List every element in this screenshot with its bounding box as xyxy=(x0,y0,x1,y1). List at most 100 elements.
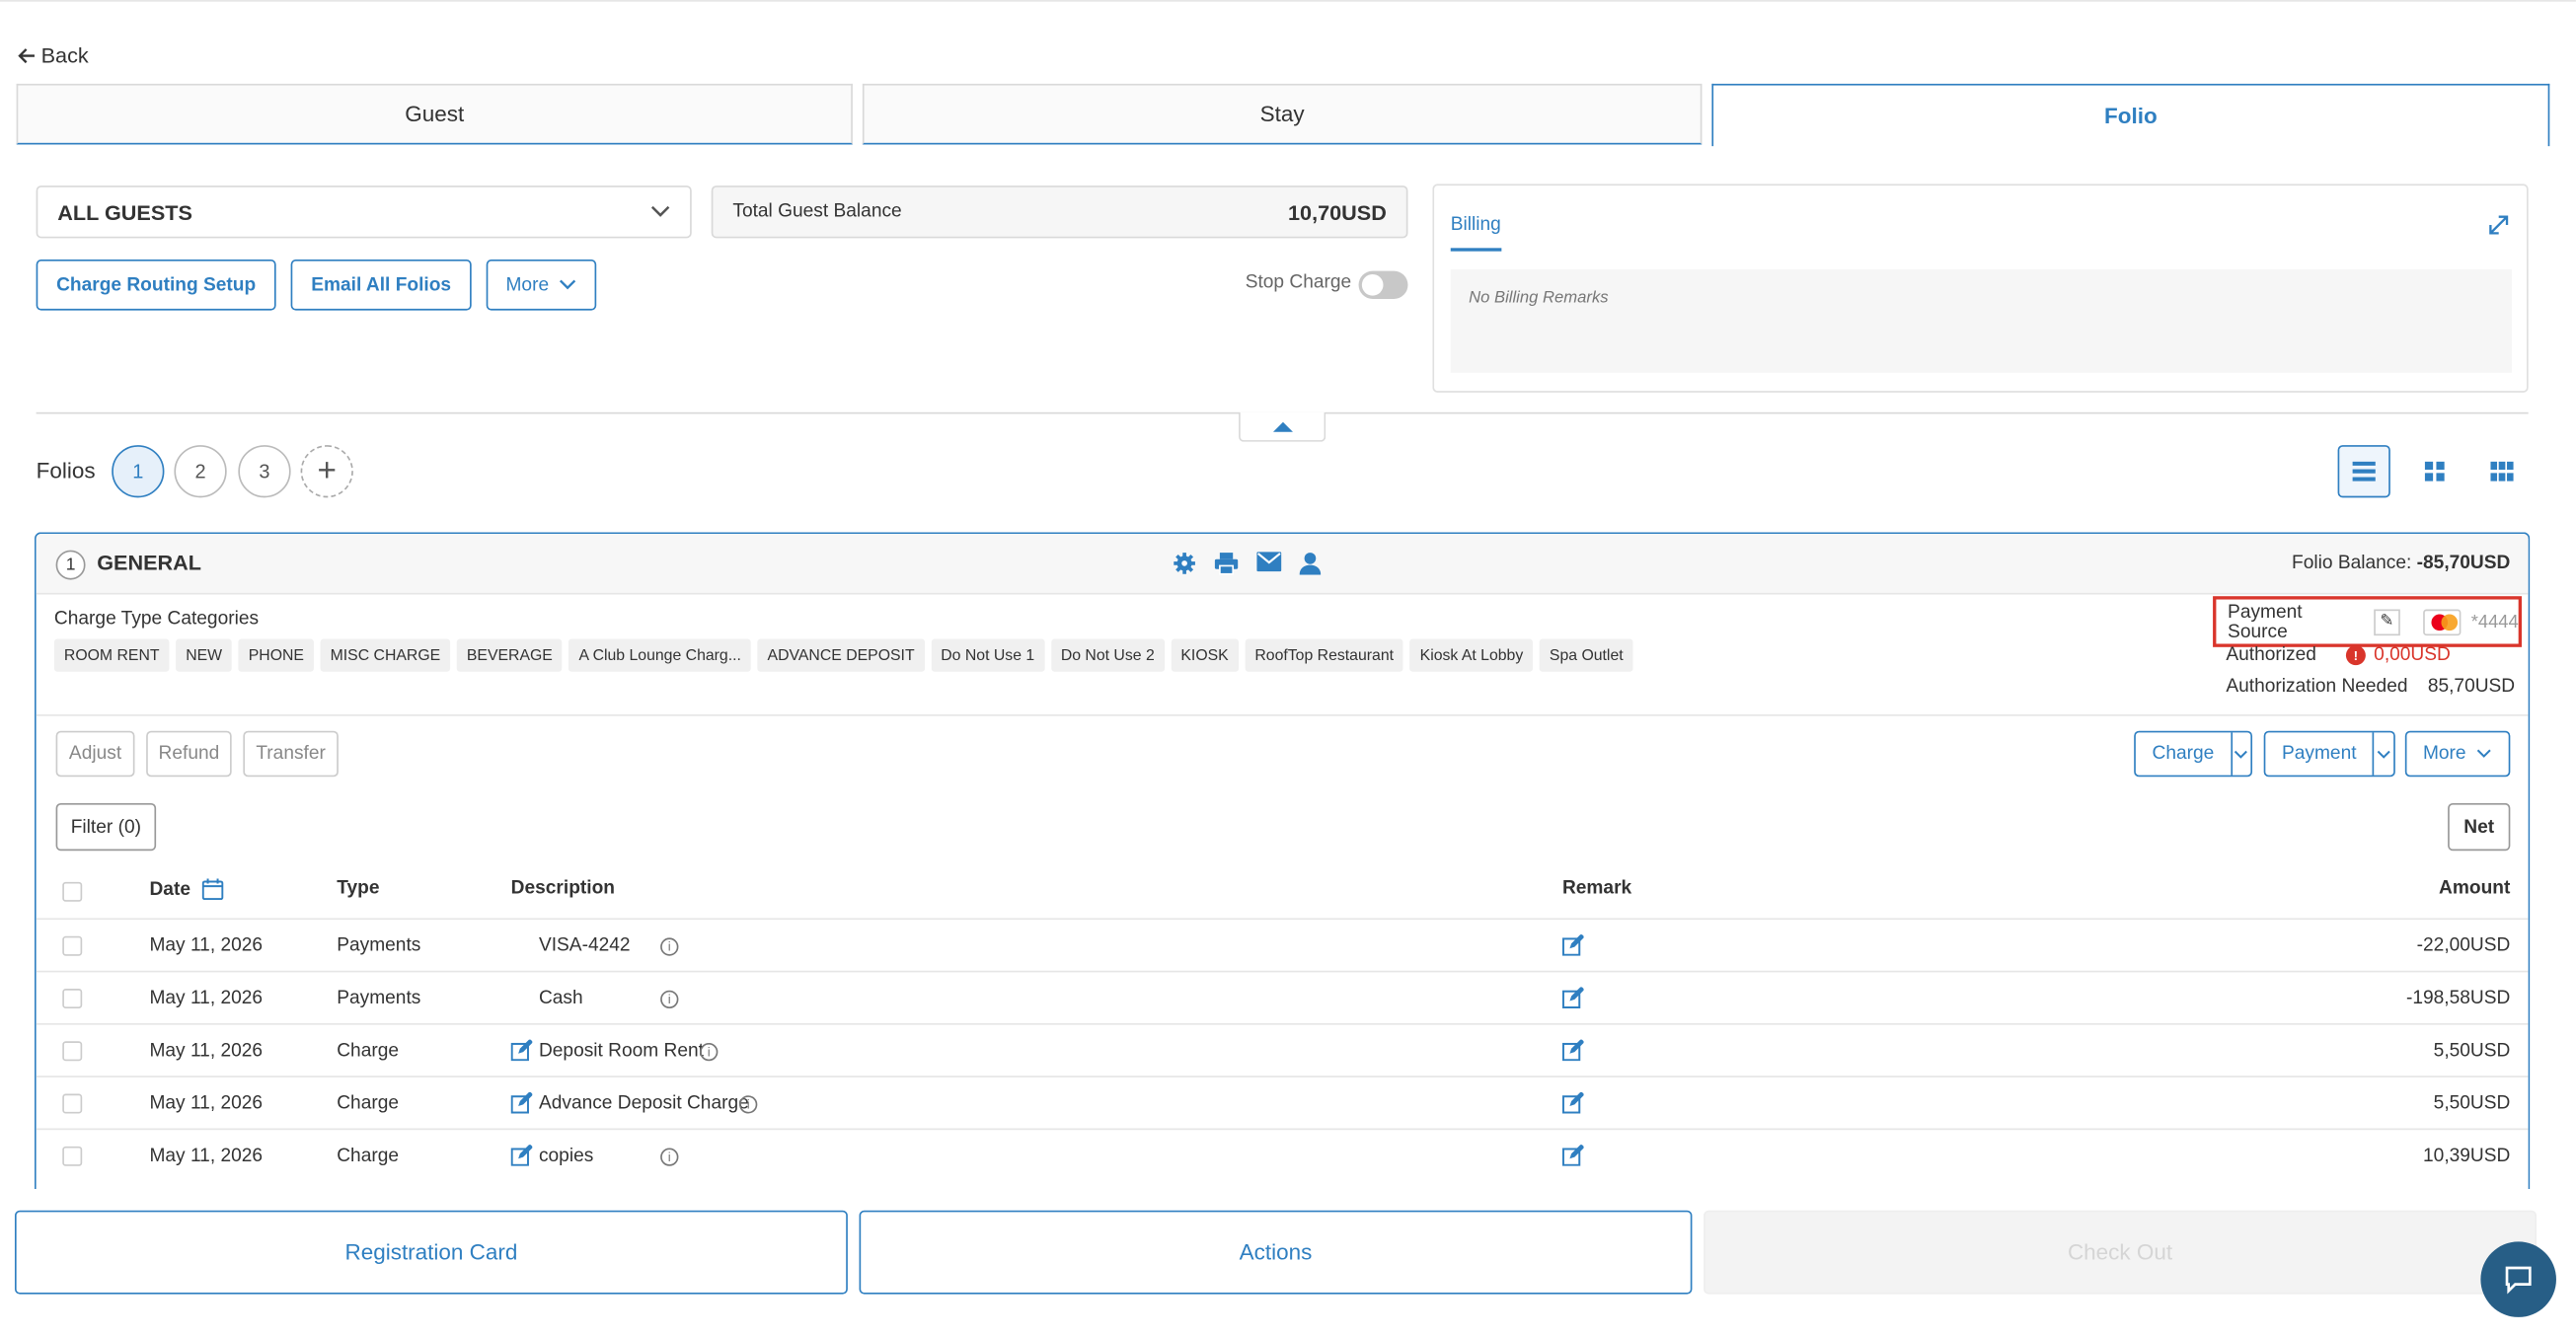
table-row[interactable]: May 11, 2026 Charge Deposit Room Rent i … xyxy=(36,1022,2529,1076)
edit-remark-icon[interactable] xyxy=(1561,986,1585,1013)
folio-card: 1 GENERAL Folio Balance: -85,70USD Charg… xyxy=(34,532,2531,1190)
info-icon[interactable]: i xyxy=(739,1095,758,1114)
header-date-label: Date xyxy=(149,879,190,900)
category-chip: RoofTop Restaurant xyxy=(1245,638,1404,672)
mail-icon[interactable] xyxy=(1256,552,1282,572)
expand-icon[interactable] xyxy=(2487,213,2510,243)
edit-charge-icon[interactable] xyxy=(510,1091,534,1119)
list-view-button[interactable] xyxy=(2337,445,2390,498)
more-folio-button[interactable]: More xyxy=(2404,730,2511,778)
tab-stay[interactable]: Stay xyxy=(862,83,1703,145)
row-amount: 5,50USD xyxy=(2433,1093,2511,1114)
compact-grid-view-button[interactable] xyxy=(2475,445,2528,497)
row-amount: 10,39USD xyxy=(2423,1146,2511,1166)
header-type: Type xyxy=(337,878,380,899)
row-checkbox[interactable] xyxy=(62,1093,83,1114)
tab-folio[interactable]: Folio xyxy=(1711,83,2550,147)
pencil-icon[interactable]: ✎ xyxy=(2374,608,2400,635)
add-folio-button[interactable]: + xyxy=(300,445,353,498)
row-checkbox[interactable] xyxy=(62,1041,83,1062)
list-icon xyxy=(2352,461,2376,482)
payment-split-button[interactable]: Payment xyxy=(2263,730,2395,778)
payment-source: Payment Source ✎ *4444 xyxy=(2213,596,2523,647)
authorized-label: Authorized xyxy=(2226,645,2316,666)
select-all-checkbox[interactable] xyxy=(62,881,83,902)
row-checkbox[interactable] xyxy=(62,989,83,1009)
guest-select[interactable]: ALL GUESTS xyxy=(36,186,692,239)
row-type: Payments xyxy=(337,935,421,956)
info-icon[interactable]: i xyxy=(660,1148,679,1166)
edit-remark-icon[interactable] xyxy=(1561,1144,1585,1171)
check-out-button[interactable]: Check Out xyxy=(1704,1210,2537,1295)
table-row[interactable]: May 11, 2026 Payments Cash i -198,58USD xyxy=(36,970,2529,1023)
edit-charge-icon[interactable] xyxy=(510,1144,534,1171)
grid-icon xyxy=(2424,461,2445,482)
user-icon[interactable] xyxy=(1299,552,1322,575)
payment-button[interactable]: Payment xyxy=(2265,732,2373,775)
info-icon[interactable]: i xyxy=(700,1042,719,1062)
back-label: Back xyxy=(40,42,89,68)
more-actions-button[interactable]: More xyxy=(486,259,597,311)
net-button[interactable]: Net xyxy=(2448,802,2511,852)
header-amount: Amount xyxy=(2439,878,2511,899)
filter-button[interactable]: Filter (0) xyxy=(55,802,157,852)
grid-view-button[interactable] xyxy=(2408,445,2461,497)
category-chip: MISC CHARGE xyxy=(320,638,451,672)
stop-charge-toggle[interactable] xyxy=(1358,270,1408,299)
edit-charge-icon[interactable] xyxy=(510,1038,534,1067)
edit-remark-icon[interactable] xyxy=(1561,1038,1585,1067)
charge-routing-setup-button[interactable]: Charge Routing Setup xyxy=(36,259,276,311)
charge-type-categories-label: Charge Type Categories xyxy=(53,609,260,630)
gear-icon[interactable] xyxy=(1173,552,1195,574)
authorized-row: Authorized ! 0,00USD xyxy=(2226,645,2451,666)
row-date: May 11, 2026 xyxy=(149,935,264,956)
tab-guest-label: Guest xyxy=(405,102,465,127)
transfer-button[interactable]: Transfer xyxy=(243,730,339,778)
adjust-button[interactable]: Adjust xyxy=(55,730,135,778)
edit-remark-icon[interactable] xyxy=(1561,1091,1585,1119)
info-icon[interactable]: i xyxy=(660,990,679,1009)
folio-tab-1[interactable]: 1 xyxy=(112,445,165,498)
charge-split-button[interactable]: Charge xyxy=(2134,730,2253,778)
email-all-folios-button[interactable]: Email All Folios xyxy=(290,259,472,311)
category-chip: ADVANCE DEPOSIT xyxy=(757,638,925,672)
row-amount: -198,58USD xyxy=(2405,989,2511,1009)
table-row[interactable]: May 11, 2026 Charge Advance Deposit Char… xyxy=(36,1076,2529,1128)
billing-tab[interactable]: Billing xyxy=(1450,215,1501,252)
row-description: Advance Deposit Charge xyxy=(538,1093,749,1114)
tab-guest[interactable]: Guest xyxy=(16,83,853,145)
calendar-icon[interactable] xyxy=(201,878,224,901)
registration-card-button[interactable]: Registration Card xyxy=(14,1210,848,1295)
mastercard-icon xyxy=(2422,608,2462,635)
folio-balance: Folio Balance: -85,70USD xyxy=(2292,554,2510,573)
chevron-down-icon[interactable] xyxy=(2373,732,2393,776)
alert-icon: ! xyxy=(2345,645,2366,666)
chevron-down-icon[interactable] xyxy=(2230,732,2250,776)
refund-button[interactable]: Refund xyxy=(146,730,232,778)
charge-button[interactable]: Charge xyxy=(2136,732,2231,775)
folio-tab-3[interactable]: 3 xyxy=(238,445,291,498)
category-chip: A Club Lounge Charg... xyxy=(568,638,751,672)
row-description: copies xyxy=(538,1146,594,1166)
row-checkbox[interactable] xyxy=(62,935,83,956)
row-date: May 11, 2026 xyxy=(149,1093,264,1114)
edit-remark-icon[interactable] xyxy=(1561,933,1585,961)
tab-stay-label: Stay xyxy=(1259,102,1305,127)
actions-button[interactable]: Actions xyxy=(859,1210,1693,1295)
header-date[interactable]: Date xyxy=(149,878,224,901)
category-chip: PHONE xyxy=(238,638,314,672)
row-amount: 5,50USD xyxy=(2433,1041,2511,1062)
row-checkbox[interactable] xyxy=(62,1146,83,1166)
table-row[interactable]: May 11, 2026 Payments VISA-4242 i -22,00… xyxy=(36,918,2529,970)
chat-button[interactable] xyxy=(2480,1241,2556,1317)
billing-remarks[interactable]: No Billing Remarks xyxy=(1450,268,2513,373)
info-icon[interactable]: i xyxy=(660,937,679,956)
charge-type-chips: ROOM RENT NEW PHONE MISC CHARGE BEVERAGE… xyxy=(53,638,1633,672)
folio-balance-label: Folio Balance: xyxy=(2292,553,2412,573)
back-link[interactable]: Back xyxy=(17,42,89,67)
row-date: May 11, 2026 xyxy=(149,989,264,1009)
collapse-button[interactable] xyxy=(1239,411,1326,442)
folio-tab-2[interactable]: 2 xyxy=(174,445,227,498)
print-icon[interactable] xyxy=(1214,552,1239,575)
table-row[interactable]: May 11, 2026 Charge copies i 10,39USD xyxy=(36,1128,2529,1181)
